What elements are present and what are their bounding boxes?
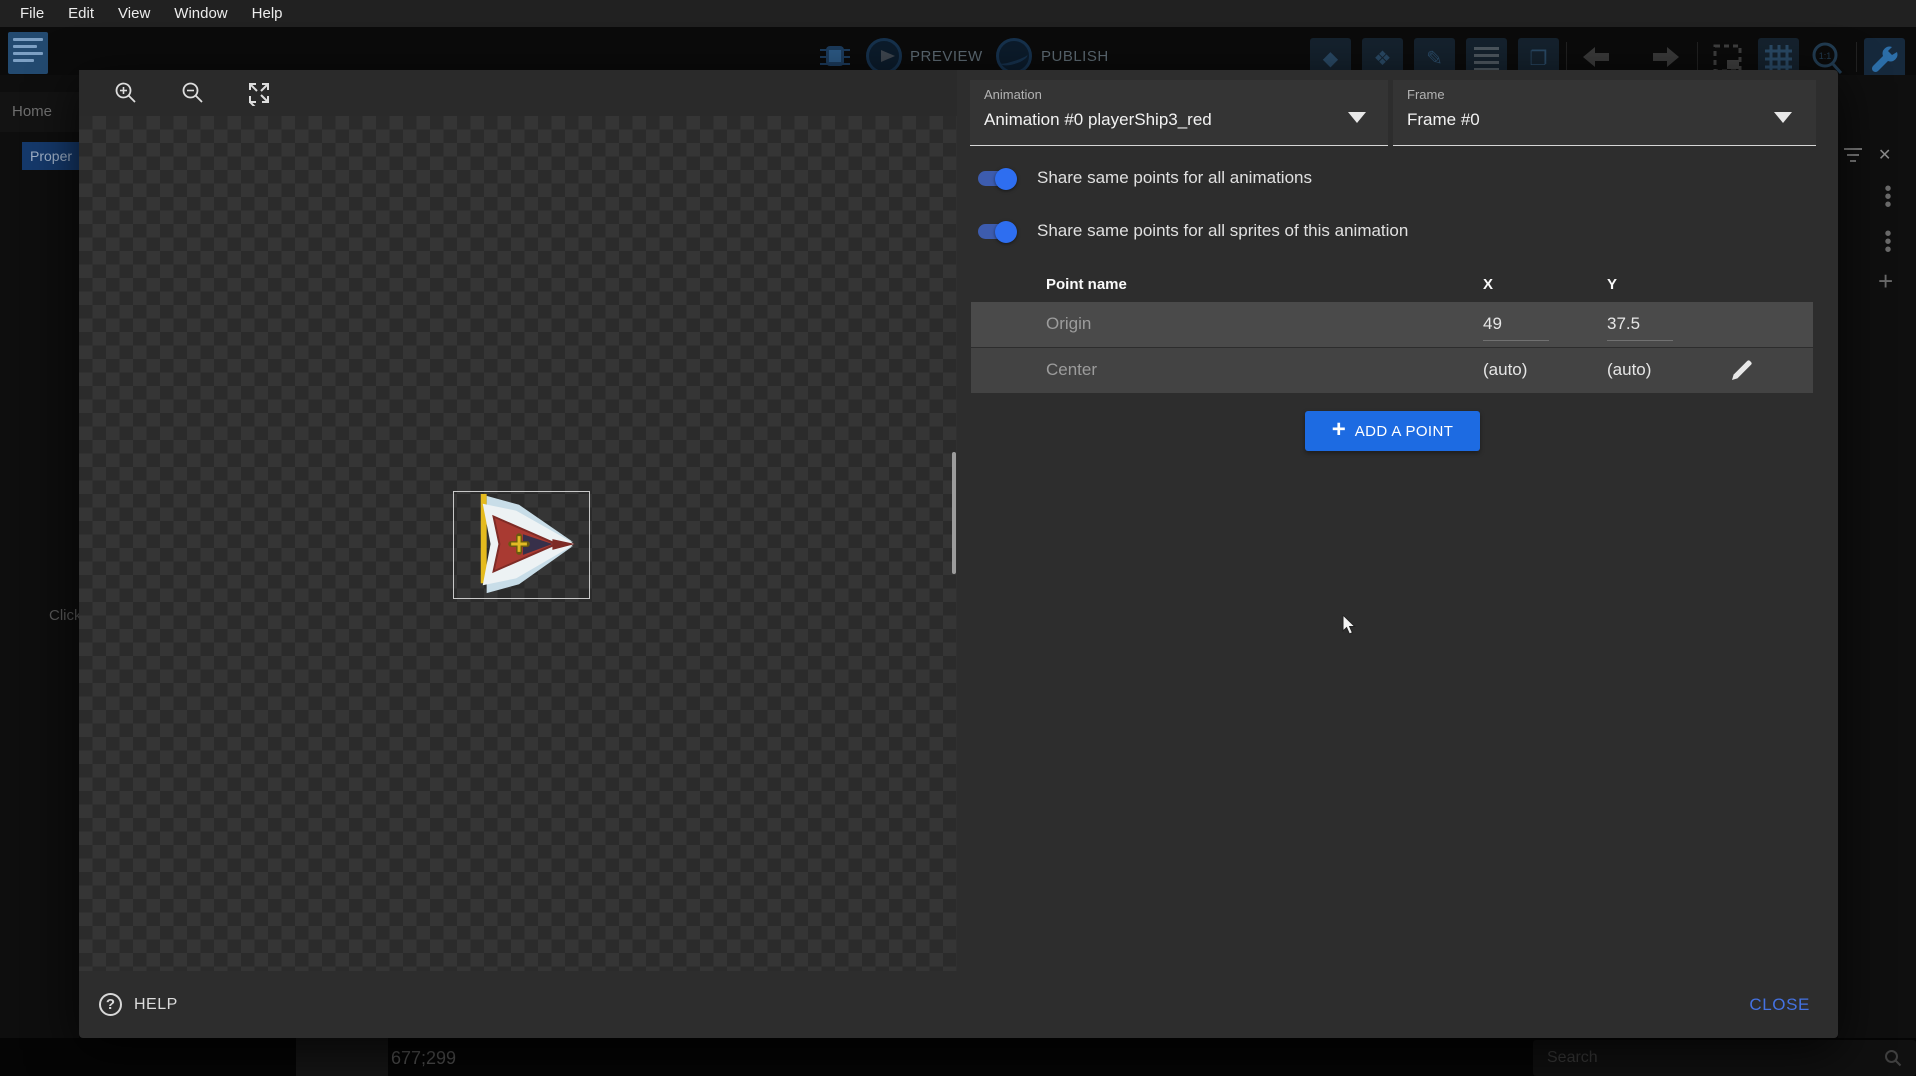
preview-play-icon[interactable] <box>866 38 902 74</box>
close-panel-icon[interactable]: ✕ <box>1878 145 1891 165</box>
redo-icon[interactable] <box>1637 45 1679 71</box>
frame-select[interactable]: Frame Frame #0 <box>1393 80 1816 146</box>
add-point-button[interactable]: + ADD A POINT <box>1305 411 1480 451</box>
search-bar[interactable]: Search <box>1533 1040 1916 1076</box>
more-options-icon[interactable]: ••• <box>1884 185 1892 209</box>
dialog-bottom-bar: ? HELP CLOSE <box>79 971 1838 1038</box>
canvas-scrollbar[interactable] <box>952 452 956 574</box>
search-input[interactable]: Search <box>1547 1049 1884 1067</box>
menu-window[interactable]: Window <box>162 5 239 22</box>
more-options-icon[interactable]: ••• <box>1884 230 1892 254</box>
chevron-down-icon <box>1774 112 1792 123</box>
column-header-x: X <box>1483 276 1493 293</box>
cursor-coordinates: 677;299 <box>391 1048 456 1069</box>
chevron-down-icon <box>1348 112 1366 123</box>
preview-button[interactable]: PREVIEW <box>910 48 983 65</box>
point-y-value: (auto) <box>1607 360 1651 380</box>
point-name: Center <box>1046 360 1097 380</box>
point-x-field[interactable]: 49 <box>1483 314 1502 334</box>
point-name: Origin <box>1046 314 1091 334</box>
help-icon: ? <box>99 993 122 1016</box>
point-x-value: (auto) <box>1483 360 1527 380</box>
canvas-toolbar <box>79 70 957 116</box>
tab-home[interactable]: Home <box>12 103 52 120</box>
app-screen: File Edit View Window Help PREVIEW PUBLI… <box>0 0 1916 1076</box>
frame-select-label: Frame <box>1407 87 1445 102</box>
share-points-all-sprites-label: Share same points for all sprites of thi… <box>1037 221 1408 241</box>
menu-edit[interactable]: Edit <box>56 5 106 22</box>
svg-text:1:1: 1:1 <box>1819 51 1832 61</box>
menu-help[interactable]: Help <box>240 5 295 22</box>
fit-to-screen-icon[interactable] <box>246 80 272 106</box>
frame-select-value: Frame #0 <box>1407 110 1480 130</box>
menu-file[interactable]: File <box>8 5 56 22</box>
sprite-canvas[interactable] <box>79 116 957 971</box>
column-header-point-name: Point name <box>1046 276 1127 293</box>
zoom-out-icon[interactable] <box>180 80 206 106</box>
add-icon[interactable]: + <box>1878 266 1893 297</box>
debug-icon[interactable] <box>819 40 851 72</box>
animation-select-label: Animation <box>984 87 1042 102</box>
zoom-in-icon[interactable] <box>113 80 139 106</box>
tab-properties[interactable]: Proper <box>22 142 79 170</box>
status-block <box>296 1038 388 1076</box>
publish-globe-icon[interactable] <box>996 38 1032 74</box>
plus-icon: + <box>1332 419 1346 441</box>
close-button[interactable]: CLOSE <box>1749 995 1810 1015</box>
mouse-cursor <box>1342 615 1358 637</box>
animation-select-value: Animation #0 playerShip3_red <box>984 110 1212 130</box>
left-panel-background <box>0 75 79 1038</box>
right-panel-background <box>1838 75 1916 1038</box>
edit-points-dialog: Animation Animation #0 playerShip3_red F… <box>79 70 1838 1038</box>
share-points-all-animations-toggle[interactable] <box>978 171 1014 186</box>
column-header-y: Y <box>1607 276 1617 293</box>
edit-point-icon[interactable] <box>1731 359 1753 381</box>
properties-hint-text: Click <box>49 607 79 624</box>
search-icon <box>1884 1049 1902 1067</box>
filter-icon[interactable] <box>1844 148 1862 162</box>
sprite-bounding-box <box>453 491 590 599</box>
share-points-all-sprites-toggle[interactable] <box>978 224 1014 239</box>
player-ship-sprite <box>454 492 589 598</box>
share-points-all-animations-label: Share same points for all animations <box>1037 168 1312 188</box>
animation-select[interactable]: Animation Animation #0 playerShip3_red <box>970 80 1388 146</box>
wrench-icon[interactable] <box>1864 38 1905 79</box>
undo-icon[interactable] <box>1583 45 1625 71</box>
menu-view[interactable]: View <box>106 5 162 22</box>
point-y-field[interactable]: 37.5 <box>1607 314 1640 334</box>
table-row-origin[interactable]: Origin 49 37.5 <box>971 302 1813 347</box>
project-manager-icon[interactable] <box>8 32 48 74</box>
table-row-center[interactable]: Center (auto) (auto) <box>971 348 1813 393</box>
publish-button[interactable]: PUBLISH <box>1041 48 1109 65</box>
help-button[interactable]: ? HELP <box>99 993 178 1016</box>
menu-bar: File Edit View Window Help <box>0 0 1916 27</box>
